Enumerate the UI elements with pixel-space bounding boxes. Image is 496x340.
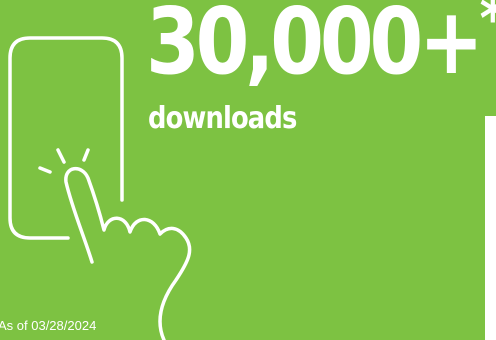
- footnote-asterisk: *: [480, 0, 496, 54]
- tapping-hand-icon: [64, 167, 192, 340]
- as-of-date-footnote: As of 03/28/2024: [0, 318, 97, 333]
- download-count-label: downloads: [148, 101, 297, 136]
- right-edge-bar: [485, 116, 496, 340]
- download-count-value: 30,000+: [146, 0, 484, 95]
- downloads-promo-graphic: 30,000+* downloads As of 03/28/2024: [0, 0, 496, 340]
- download-count: 30,000+*: [146, 0, 496, 98]
- smartphone-outline-icon: [8, 36, 124, 240]
